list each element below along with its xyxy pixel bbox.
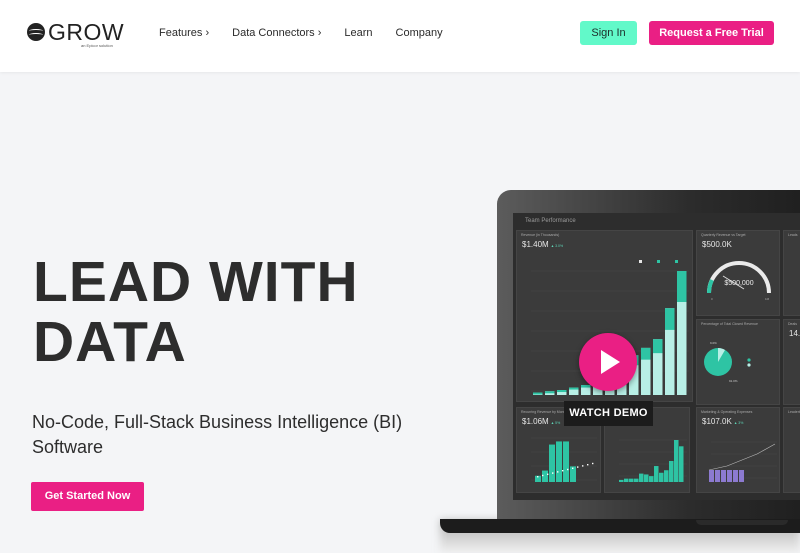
recurring-bar (563, 441, 569, 482)
bookings-bar (634, 478, 639, 482)
panel-deals: Deals 14.0 (783, 319, 800, 405)
legend-swatch (675, 260, 678, 263)
expense-bar (715, 470, 720, 482)
pie-label-large: 91.0% (729, 379, 738, 383)
bookings-bar (669, 461, 674, 482)
bookings-bar (679, 446, 684, 482)
expense-bar (709, 470, 714, 482)
gauge-max-label: 1M (765, 297, 770, 301)
bookings-bar (659, 472, 664, 482)
logo-subtitle: an Epicor solution (81, 43, 113, 48)
nav-company[interactable]: Company (396, 27, 443, 39)
legend-swatch (639, 260, 642, 263)
bookings-bar (624, 478, 629, 482)
trend-point (567, 468, 569, 471)
site-header: GROW an Epicor solution Features › Data … (0, 0, 800, 72)
nav-data-connectors[interactable]: Data Connectors › (232, 27, 321, 39)
play-video-button[interactable] (579, 333, 637, 391)
laptop-notch (696, 520, 788, 525)
panel-label: Deals (788, 322, 797, 326)
panel-label: Leaderboard (788, 410, 800, 414)
grow-logo[interactable]: GROW an Epicor solution (27, 19, 125, 50)
expense-bar (727, 470, 732, 482)
revenue-bar-top (653, 339, 663, 354)
trend-point (587, 464, 589, 466)
trend-point (592, 462, 594, 465)
gauge-chart: $500,000 0 1M (707, 261, 771, 301)
revenue-bar-top (641, 347, 651, 360)
panel-pie: Percentage of Total Closed Revenue 9.0% … (696, 319, 780, 405)
legend-dot (747, 363, 751, 367)
dashboard-title: Team Performance (525, 218, 576, 224)
revenue-bar-top (533, 392, 543, 395)
expenses-chart (708, 441, 777, 482)
revenue-bar-top (677, 271, 687, 302)
revenue-bar-top (569, 387, 579, 390)
hero-title: LEAD WITH DATA (33, 252, 359, 372)
expense-bar (739, 470, 744, 482)
trend-point (572, 467, 574, 469)
trend-point (557, 471, 559, 473)
nav-learn[interactable]: Learn (344, 27, 372, 39)
bookings-bar (619, 479, 624, 482)
bookings-bar (654, 466, 659, 482)
recurring-bar (556, 441, 562, 482)
hero-subtitle: No-Code, Full-Stack Business Intelligenc… (32, 412, 403, 457)
panel-leaderboard: Leaderboard (783, 407, 800, 493)
hero-title-line1: LEAD WITH (33, 250, 359, 314)
trend-point (542, 474, 544, 477)
revenue-bar-top (581, 385, 591, 388)
panel-value: 14.0 (789, 329, 800, 338)
revenue-bar-top (557, 390, 567, 393)
gauge-arc (707, 261, 771, 294)
pie-label-small: 9.0% (710, 341, 717, 345)
revenue-bar-top (545, 391, 555, 394)
expense-bar (733, 470, 738, 482)
legend-swatch (657, 260, 660, 263)
expense-bar (721, 470, 726, 482)
nav-features[interactable]: Features › (159, 27, 209, 39)
panel-leads: Leads (783, 230, 800, 316)
bookings-bar (629, 478, 634, 482)
get-started-button[interactable]: Get Started Now (31, 482, 144, 511)
logo-text: GROW (48, 19, 125, 45)
trend-point (577, 466, 579, 468)
revenue-bar-top (665, 308, 675, 330)
request-trial-button[interactable]: Request a Free Trial (649, 21, 774, 45)
recurring-bar (549, 444, 555, 482)
trend-point (582, 465, 584, 467)
panel-label: Leads (788, 233, 798, 237)
sign-in-button[interactable]: Sign In (580, 21, 637, 45)
bookings-bar (664, 470, 669, 482)
pie-chart: 9.0% 91.0% (704, 341, 751, 383)
panel-expenses: Marketing & Operating Expenses $107.0K ▲ … (696, 407, 780, 493)
trend-point (547, 473, 549, 475)
bookings-bar (639, 473, 644, 482)
hero-title-line2: DATA (33, 310, 187, 374)
bookings-bar (649, 476, 654, 482)
gauge-min-label: 0 (711, 297, 713, 301)
gauge-value-label: $500,000 (724, 280, 753, 287)
trend-point (537, 476, 539, 478)
main-nav: Features › Data Connectors › Learn Compa… (159, 27, 466, 39)
dashboard-screenshot[interactable]: Team Performance Revenue (in Thousands) … (513, 213, 800, 500)
gauge-fill (707, 279, 714, 294)
legend-dot (747, 358, 751, 362)
bookings-bar (644, 474, 649, 482)
panel-gauge: Quarterly Revenue vs Target $500.0K $500… (696, 230, 780, 316)
recurring-bar (542, 470, 548, 482)
trend-point (552, 472, 554, 474)
watch-demo-label[interactable]: WATCH DEMO (564, 401, 653, 426)
trend-point (562, 470, 564, 472)
bookings-bar (674, 440, 679, 482)
logo-icon (27, 23, 45, 41)
